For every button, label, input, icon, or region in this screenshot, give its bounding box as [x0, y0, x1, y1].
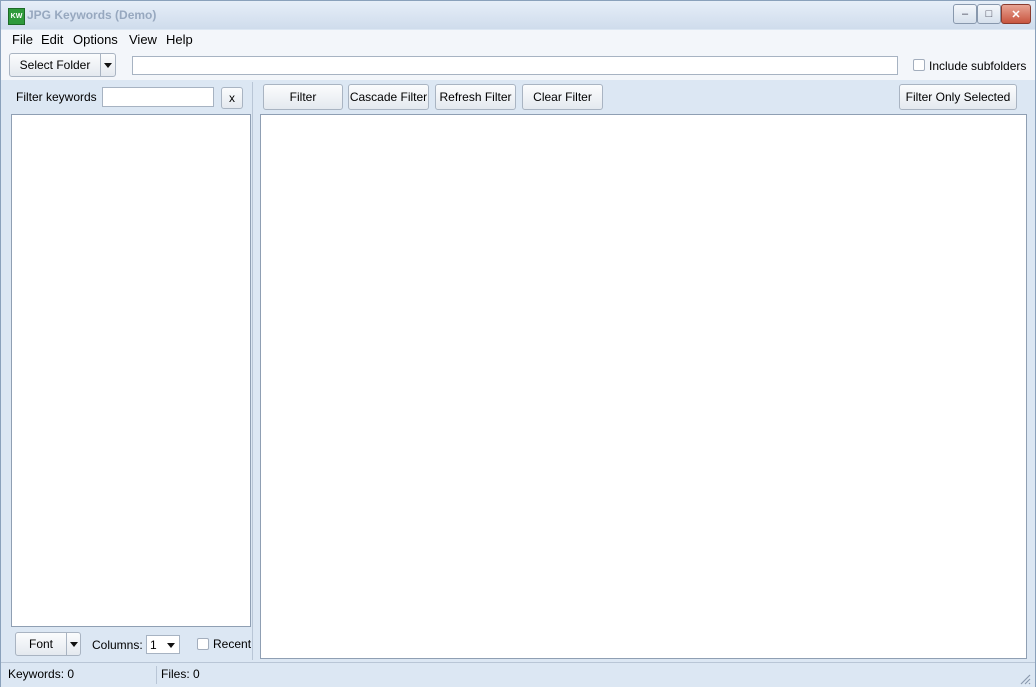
- font-button[interactable]: Font: [15, 632, 67, 656]
- title-bar[interactable]: KW JPG Keywords (Demo) – □ ✕: [1, 1, 1035, 29]
- files-count: Files: 0: [161, 667, 200, 681]
- close-button[interactable]: ✕: [1001, 4, 1031, 24]
- minimize-icon: –: [961, 8, 969, 20]
- recent-checkbox[interactable]: [197, 638, 209, 650]
- columns-select[interactable]: 1: [146, 635, 180, 654]
- filter-button[interactable]: Filter: [263, 84, 343, 110]
- keywords-panel: Filter keywords x Font Columns: 1 Recent: [9, 82, 253, 660]
- select-folder-dropdown[interactable]: [100, 53, 116, 77]
- resize-grip-icon[interactable]: [1019, 673, 1031, 685]
- status-bar: Keywords: 0 Files: 0: [1, 662, 1035, 687]
- close-icon: ✕: [1011, 8, 1021, 21]
- keywords-list[interactable]: [11, 114, 251, 627]
- folder-path-input[interactable]: [132, 56, 898, 75]
- include-subfolders-checkbox[interactable]: [913, 59, 925, 71]
- chevron-down-icon: [69, 641, 78, 647]
- columns-value: 1: [150, 638, 157, 652]
- chevron-down-icon: [167, 643, 175, 648]
- columns-label: Columns:: [92, 638, 143, 652]
- clear-filter-keywords-button[interactable]: x: [221, 87, 243, 109]
- cascade-filter-button[interactable]: Cascade Filter: [348, 84, 429, 110]
- status-divider: [156, 666, 157, 684]
- include-subfolders-label: Include subfolders: [929, 59, 1027, 73]
- filter-keywords-label: Filter keywords: [16, 90, 97, 104]
- refresh-filter-button[interactable]: Refresh Filter: [435, 84, 516, 110]
- chevron-down-icon: [104, 62, 112, 68]
- folder-toolbar: Select Folder Include subfolders: [1, 50, 1035, 80]
- filter-keywords-input[interactable]: [102, 87, 214, 107]
- clear-filter-button[interactable]: Clear Filter: [522, 84, 603, 110]
- maximize-button[interactable]: □: [977, 4, 1001, 24]
- app-icon: KW: [8, 8, 25, 25]
- application-window: KW JPG Keywords (Demo) – □ ✕ File Edit O…: [0, 0, 1036, 687]
- window-title: JPG Keywords (Demo): [27, 8, 157, 22]
- files-list[interactable]: [260, 114, 1027, 659]
- minimize-button[interactable]: –: [953, 4, 977, 24]
- menu-options[interactable]: Options: [73, 32, 118, 47]
- maximize-icon: □: [985, 8, 993, 20]
- menu-file[interactable]: File: [12, 32, 33, 47]
- files-panel: Filter Cascade Filter Refresh Filter Cle…: [259, 82, 1029, 660]
- menu-bar: File Edit Options View Help: [1, 30, 1035, 50]
- keywords-count: Keywords: 0: [8, 667, 75, 681]
- filter-only-selected-button[interactable]: Filter Only Selected: [899, 84, 1017, 110]
- menu-help[interactable]: Help: [166, 32, 193, 47]
- select-folder-button[interactable]: Select Folder: [9, 53, 101, 77]
- recent-label: Recent: [213, 637, 252, 651]
- font-dropdown[interactable]: [66, 632, 81, 656]
- menu-view[interactable]: View: [129, 32, 157, 47]
- menu-edit[interactable]: Edit: [41, 32, 63, 47]
